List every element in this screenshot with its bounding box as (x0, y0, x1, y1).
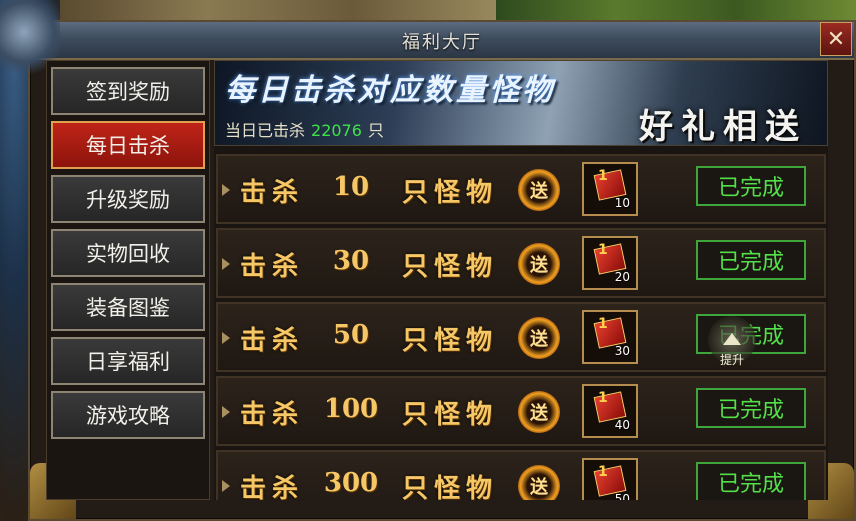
unit-label: 只怪物 (402, 178, 499, 208)
kill-count: 300 (323, 468, 379, 498)
content-panel: 每日击杀对应数量怪物 好礼相送 当日已击杀 22076 只 击杀 10 只怪物 送 … (214, 60, 828, 500)
item-tag: 1 (598, 390, 608, 406)
kill-label: 击杀 (240, 178, 305, 208)
reward-item-slot[interactable]: 1 50 (582, 458, 638, 500)
item-quantity: 30 (614, 344, 630, 358)
completed-button[interactable]: 已完成 (696, 462, 806, 500)
kill-count: 100 (323, 394, 379, 424)
kill-label: 击杀 (240, 252, 305, 282)
completed-button[interactable]: 已完成 (696, 166, 806, 206)
row-arrow-icon (222, 332, 230, 344)
background-top-right (496, 0, 856, 22)
reward-row: 击杀 10 只怪物 送 1 10 已完成 (216, 154, 826, 224)
item-quantity: 10 (614, 196, 630, 210)
title-bar: 福利大厅 ✕ (30, 22, 854, 60)
banner-title: 每日击杀对应数量怪物 (225, 73, 555, 108)
banner-slogan: 好礼相送 (639, 107, 807, 147)
background-top-left (60, 0, 500, 22)
item-quantity: 20 (614, 270, 630, 284)
completed-button[interactable]: 已完成 (696, 240, 806, 280)
nav-signin-rewards[interactable]: 签到奖励 (51, 67, 205, 115)
kill-count: 50 (332, 320, 370, 350)
unit-label: 只怪物 (402, 400, 499, 430)
gift-badge-icon: 送 (518, 391, 560, 433)
up-arrow-icon (723, 333, 741, 345)
gift-badge-icon: 送 (518, 317, 560, 359)
category-sidebar: 签到奖励 每日击杀 升级奖励 实物回收 装备图鉴 日享福利 游戏攻略 (46, 60, 210, 500)
nav-game-guide[interactable]: 游戏攻略 (51, 391, 205, 439)
close-button[interactable]: ✕ (820, 22, 852, 56)
item-quantity: 50 (614, 492, 630, 500)
window-title: 福利大厅 (402, 32, 482, 53)
kills-prefix: 当日已击杀 (225, 121, 306, 140)
item-tag: 1 (598, 316, 608, 332)
gift-badge-icon: 送 (518, 243, 560, 285)
row-arrow-icon (222, 184, 230, 196)
kill-label: 击杀 (240, 326, 305, 356)
kill-count: 30 (332, 246, 370, 276)
item-quantity: 40 (614, 418, 630, 432)
upgrade-label: 提升 (719, 353, 744, 367)
reward-item-slot[interactable]: 1 20 (582, 236, 638, 290)
kill-label: 击杀 (240, 474, 305, 500)
unit-label: 只怪物 (402, 326, 499, 356)
reward-item-slot[interactable]: 1 40 (582, 384, 638, 438)
reward-item-slot[interactable]: 1 30 (582, 310, 638, 364)
event-banner: 每日击杀对应数量怪物 好礼相送 当日已击杀 22076 只 (214, 60, 828, 147)
item-tag: 1 (598, 464, 608, 480)
nav-equipment-catalog[interactable]: 装备图鉴 (51, 283, 205, 331)
reward-row: 击杀 100 只怪物 送 1 40 已完成 (216, 376, 826, 446)
reward-row: 击杀 300 只怪物 送 1 50 已完成 (216, 450, 826, 500)
gift-badge-icon: 送 (518, 465, 560, 500)
item-tag: 1 (598, 168, 608, 184)
upgrade-float-button[interactable]: 提升 (708, 316, 756, 367)
nav-item-recycle[interactable]: 实物回收 (51, 229, 205, 277)
unit-label: 只怪物 (402, 474, 499, 500)
row-arrow-icon (222, 480, 230, 492)
item-tag: 1 (598, 242, 608, 258)
reward-item-slot[interactable]: 1 10 (582, 162, 638, 216)
kills-today: 当日已击杀 22076 只 (225, 117, 384, 141)
kill-count: 10 (332, 172, 370, 202)
nav-daily-kills[interactable]: 每日击杀 (51, 121, 205, 169)
kills-count: 22076 (311, 121, 362, 140)
row-arrow-icon (222, 406, 230, 418)
kills-suffix: 只 (367, 121, 384, 140)
row-arrow-icon (222, 258, 230, 270)
kill-label: 击杀 (240, 400, 305, 430)
unit-label: 只怪物 (402, 252, 499, 282)
reward-row: 击杀 30 只怪物 送 1 20 已完成 (216, 228, 826, 298)
gift-badge-icon: 送 (518, 169, 560, 211)
nav-daily-benefits[interactable]: 日享福利 (51, 337, 205, 385)
nav-level-rewards[interactable]: 升级奖励 (51, 175, 205, 223)
completed-button[interactable]: 已完成 (696, 388, 806, 428)
